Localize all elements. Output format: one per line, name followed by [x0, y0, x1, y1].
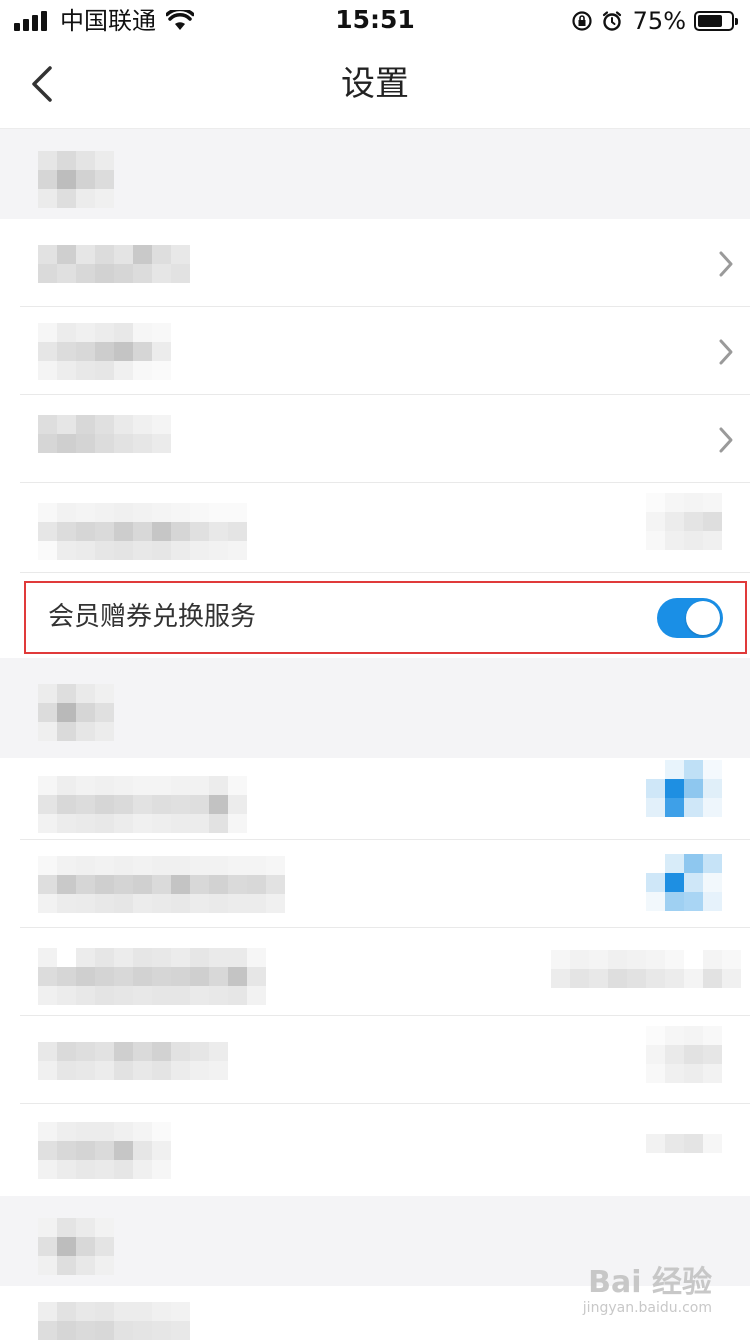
- watermark-main: Bai 经验: [588, 1265, 712, 1300]
- pixelated-row-label: [38, 323, 171, 380]
- settings-row-4[interactable]: [0, 483, 750, 573]
- member-coupon-exchange-row[interactable]: 会员赠券兑换服务: [24, 581, 747, 654]
- pixelated-row-label: [38, 1122, 171, 1179]
- watermark-sub: jingyan.baidu.com: [582, 1300, 712, 1316]
- toggle-knob: [686, 601, 720, 635]
- section-header-1: [0, 129, 750, 219]
- battery-icon: [694, 11, 738, 31]
- pixelated-row-label: [38, 948, 266, 1005]
- pixelated-row-label: [38, 856, 285, 913]
- settings-row-5[interactable]: [0, 758, 750, 840]
- pixelated-section-title-2: [38, 684, 114, 741]
- nav-bar: 设置: [0, 40, 750, 129]
- orientation-lock-icon: [572, 11, 592, 31]
- settings-row-8[interactable]: [0, 1016, 750, 1104]
- chevron-right-icon: [719, 339, 733, 365]
- status-right: 75%: [563, 7, 738, 35]
- member-coupon-exchange-toggle[interactable]: [657, 598, 723, 638]
- pixelated-section-title-1: [38, 151, 114, 208]
- pixelated-row-label: [38, 245, 190, 283]
- section-header-2: [0, 658, 750, 758]
- page-title: 设置: [341, 64, 409, 104]
- pixelated-row-value: [551, 950, 741, 988]
- pixelated-row-label: [38, 503, 247, 560]
- member-coupon-exchange-label: 会员赠券兑换服务: [48, 602, 257, 632]
- pixelated-blue-icon: [646, 854, 722, 911]
- chevron-right-icon: [719, 251, 733, 277]
- baidu-jingyan-watermark: Bai 经验 jingyan.baidu.com: [582, 1265, 712, 1317]
- alarm-icon: [602, 11, 621, 31]
- pixelated-row-value: [646, 493, 722, 550]
- settings-row-7[interactable]: [0, 928, 750, 1016]
- pixelated-row-value: [646, 1134, 722, 1153]
- pixelated-row-label: [38, 1302, 190, 1340]
- pixelated-row-label: [38, 776, 247, 833]
- pixelated-row-label: [38, 1042, 228, 1080]
- status-bar: 中国联通 15:51 75%: [0, 0, 750, 40]
- settings-row-3[interactable]: [0, 395, 750, 483]
- settings-row-9[interactable]: [0, 1104, 750, 1196]
- pixelated-row-label: [38, 415, 171, 453]
- pixelated-blue-icon: [646, 760, 722, 817]
- pixelated-section-title-3: [38, 1218, 114, 1275]
- battery-percent: 75%: [632, 7, 686, 35]
- settings-row-1[interactable]: [0, 219, 750, 307]
- chevron-right-icon: [719, 427, 733, 453]
- pixelated-row-value: [646, 1026, 722, 1083]
- settings-row-2[interactable]: [0, 307, 750, 395]
- settings-row-6[interactable]: [0, 840, 750, 928]
